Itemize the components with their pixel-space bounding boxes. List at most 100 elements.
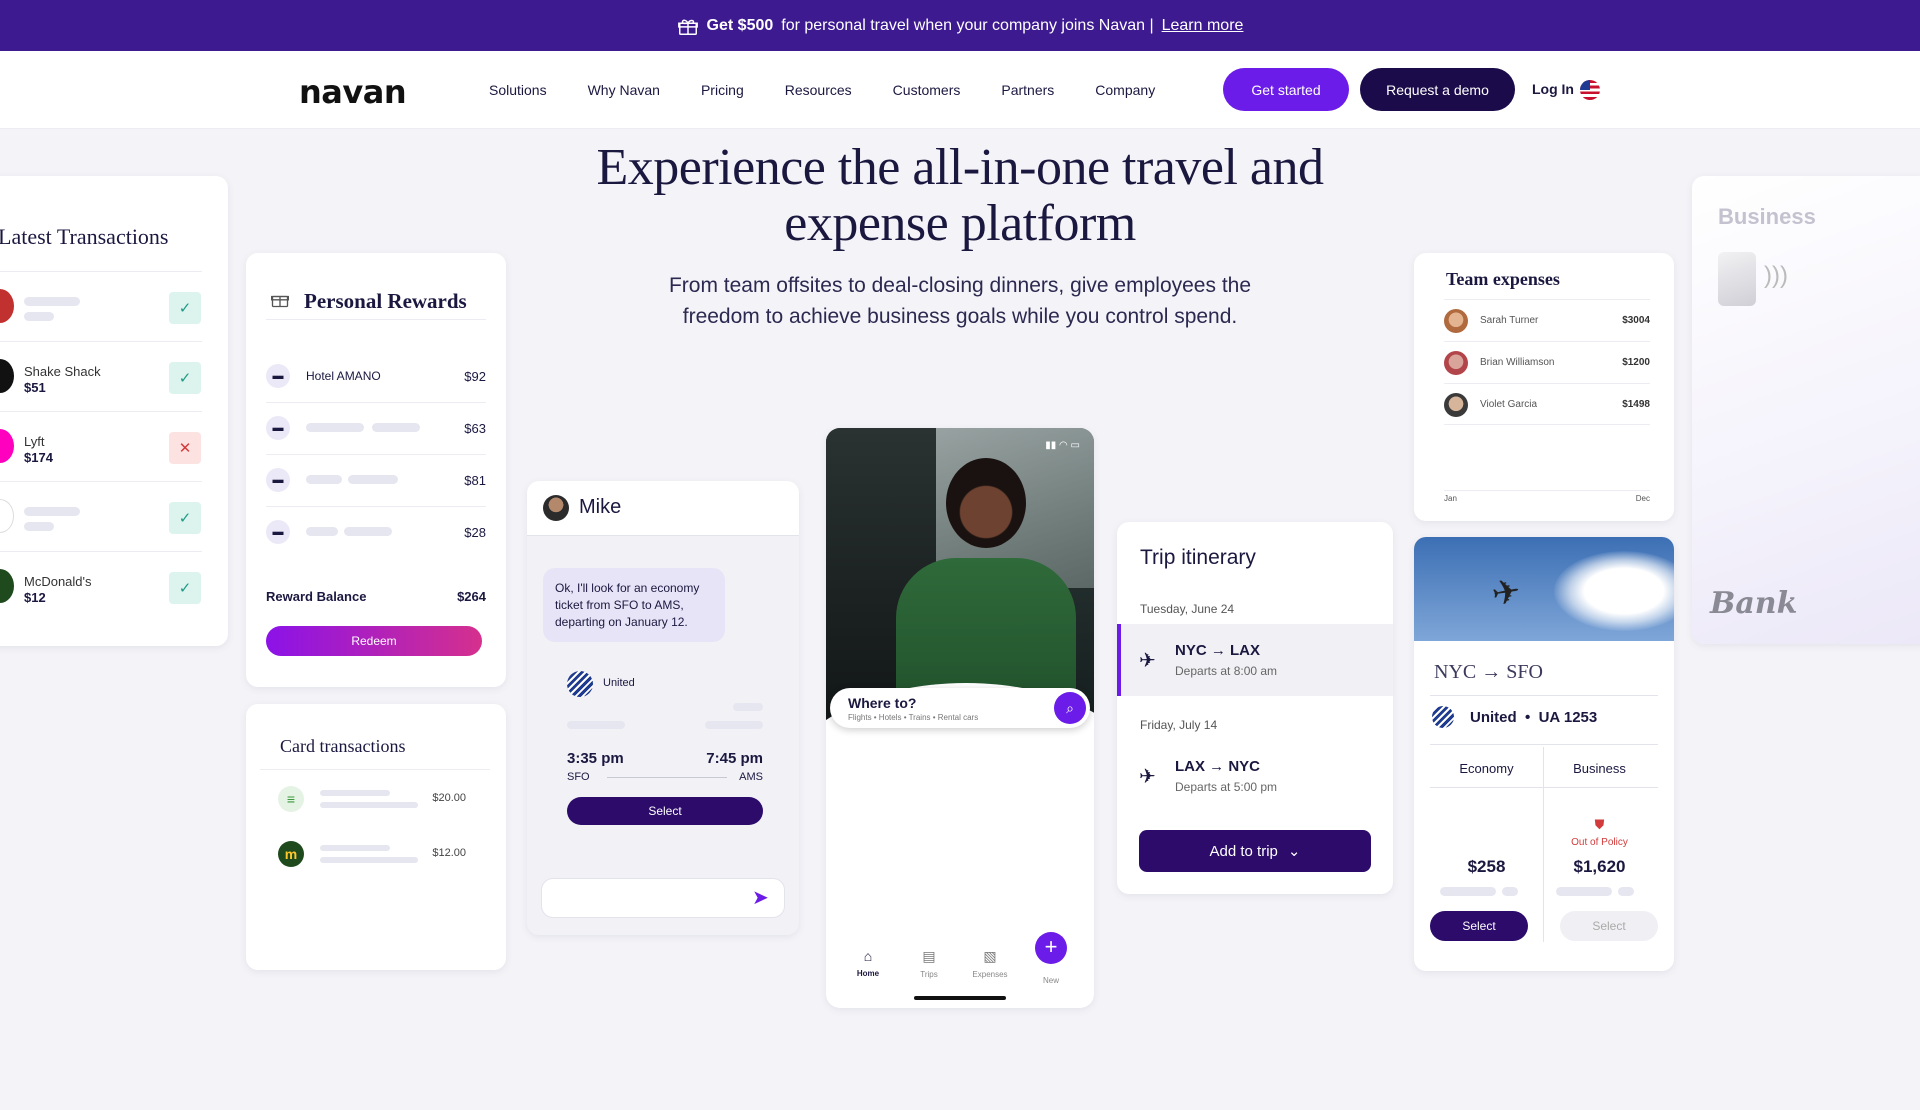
suitcase-icon: ▤ [922, 948, 936, 964]
avatar [1444, 393, 1468, 417]
skeleton-line [320, 857, 418, 863]
us-flag-icon[interactable] [1580, 80, 1600, 100]
where-to-subtitle: Flights • Hotels • Trains • Rental cars [848, 713, 979, 722]
banner-text: for personal travel when your company jo… [781, 16, 1154, 34]
search-icon[interactable]: ⌕ [1054, 692, 1086, 724]
top-nav: navan Solutions Why Navan Pricing Resour… [0, 51, 1920, 128]
reward-amount: $92 [464, 369, 486, 384]
home-indicator [914, 996, 1006, 1000]
transaction-amount: $12 [24, 590, 46, 605]
skeleton-line [306, 475, 342, 484]
divider [266, 319, 486, 320]
transaction-row: Shake Shack $51 ✓ [0, 341, 202, 411]
home-icon: ⌂ [863, 948, 873, 964]
nav-company[interactable]: Company [1095, 82, 1155, 98]
nav-pricing[interactable]: Pricing [701, 82, 744, 98]
promo-banner: Get $500 for personal travel when your c… [0, 0, 1920, 51]
nav-resources[interactable]: Resources [785, 82, 852, 98]
skeleton-line [24, 507, 80, 516]
shake-shack-logo [0, 359, 14, 393]
itinerary-segment[interactable]: ✈ NYC → LAX Departs at 8:00 am [1117, 624, 1393, 696]
bed-icon: ▬ [266, 364, 290, 388]
request-demo-button[interactable]: Request a demo [1360, 68, 1515, 111]
reward-amount: $28 [464, 525, 486, 540]
united-logo [1432, 706, 1454, 728]
approved-check-icon: ✓ [169, 292, 201, 324]
arrive-time: 7:45 pm [706, 750, 763, 767]
reward-row: ▬ Hotel AMANO $92 [266, 350, 486, 402]
shield-icon: ⛊ [1594, 817, 1605, 832]
transaction-merchant: Shake Shack [24, 364, 101, 379]
skeleton-line [348, 475, 398, 484]
tab-trips[interactable]: ▤ Trips [904, 948, 954, 979]
banner-learn-more-link[interactable]: Learn more [1162, 17, 1244, 35]
flight-fare-card: ✈ NYC → SFO United • UA 1253 Economy Bus… [1414, 537, 1674, 971]
add-to-trip-button[interactable]: Add to trip ⌄ [1139, 830, 1371, 872]
itinerary-segment[interactable]: ✈ LAX → NYC Departs at 5:00 pm [1117, 740, 1393, 812]
hero-title-line-2: expense platform [784, 195, 1136, 252]
card-transaction-amount: $12.00 [432, 847, 466, 859]
transaction-row: ✓ [0, 481, 202, 551]
card-transaction-row: m $12.00 [260, 825, 490, 881]
select-business-button[interactable]: Select [1560, 911, 1658, 941]
transaction-row: Lyft $174 ✕ [0, 411, 202, 481]
bed-icon: ▬ [266, 520, 290, 544]
bed-icon: ▬ [266, 416, 290, 440]
chat-input[interactable]: ➤ [541, 878, 785, 918]
tab-home[interactable]: ⌂ Home [843, 948, 893, 978]
transaction-merchant: Lyft [24, 434, 45, 449]
tab-new[interactable]: New [1026, 976, 1076, 985]
employee-amount: $3004 [1622, 315, 1650, 326]
axis-end-label: Dec [1635, 494, 1650, 503]
employee-name: Brian Williamson [1480, 357, 1555, 368]
select-flight-button[interactable]: Select [567, 797, 763, 825]
where-to-title: Where to? [848, 695, 917, 711]
personal-rewards-card: Personal Rewards ▬ Hotel AMANO $92 ▬ $63… [246, 253, 506, 687]
fare-airline: United • UA 1253 [1470, 709, 1598, 726]
shake-shack-logo: ≡ [278, 786, 304, 812]
where-to-search[interactable]: Where to? Flights • Hotels • Trains • Re… [830, 688, 1090, 728]
avatar [0, 289, 14, 323]
skeleton-line [306, 527, 338, 536]
trip-itinerary-title: Trip itinerary [1140, 546, 1256, 569]
reward-balance-label: Reward Balance [266, 589, 367, 604]
reward-amount: $63 [464, 421, 486, 436]
fare-class-business: Business [1573, 761, 1626, 776]
chat-card: Mike Ok, I'll look for an economy ticket… [527, 481, 799, 935]
send-icon[interactable]: ➤ [752, 887, 774, 909]
receipt-icon: ▧ [983, 948, 997, 964]
trip-itinerary-card: Trip itinerary Tuesday, June 24 ✈ NYC → … [1117, 522, 1393, 894]
card-transactions-title: Card transactions [280, 736, 406, 756]
expense-row: Sarah Turner $3004 [1444, 299, 1650, 341]
bank-logo: Bank [1710, 586, 1798, 621]
nav-customers[interactable]: Customers [893, 82, 961, 98]
get-started-button[interactable]: Get started [1223, 68, 1349, 111]
navan-logo[interactable]: navan [299, 73, 407, 111]
approved-check-icon: ✓ [169, 502, 201, 534]
plus-icon[interactable]: + [1035, 932, 1067, 964]
nav-links: Solutions Why Navan Pricing Resources Cu… [489, 51, 1196, 128]
business-price: $1,620 [1573, 857, 1626, 876]
sky-photo: ✈ [1414, 537, 1674, 641]
skeleton-line [344, 527, 392, 536]
reward-balance-value: $264 [457, 589, 486, 604]
select-economy-button[interactable]: Select [1430, 911, 1528, 941]
chart-axis [1444, 490, 1650, 491]
reward-row: ▬ $81 [266, 454, 486, 506]
fare-columns: Economy Business ⛊ Out of Policy $258 $1,… [1430, 747, 1658, 947]
nav-partners[interactable]: Partners [1001, 82, 1054, 98]
nav-solutions[interactable]: Solutions [489, 82, 547, 98]
transaction-merchant: McDonald's [24, 574, 92, 589]
employee-name: Violet Garcia [1480, 399, 1538, 410]
redeem-button[interactable]: Redeem [266, 626, 482, 656]
tab-expenses[interactable]: ▧ Expenses [965, 948, 1015, 979]
login-link[interactable]: Log In [1532, 81, 1574, 97]
approved-check-icon: ✓ [169, 362, 201, 394]
nav-why-navan[interactable]: Why Navan [588, 82, 660, 98]
skeleton-line [1440, 887, 1496, 896]
segment-date: Tuesday, June 24 [1140, 602, 1235, 616]
rejected-x-icon: ✕ [169, 432, 201, 464]
reward-row: ▬ $63 [266, 402, 486, 454]
skeleton-line [24, 522, 54, 531]
reward-name: Hotel AMANO [306, 369, 381, 383]
